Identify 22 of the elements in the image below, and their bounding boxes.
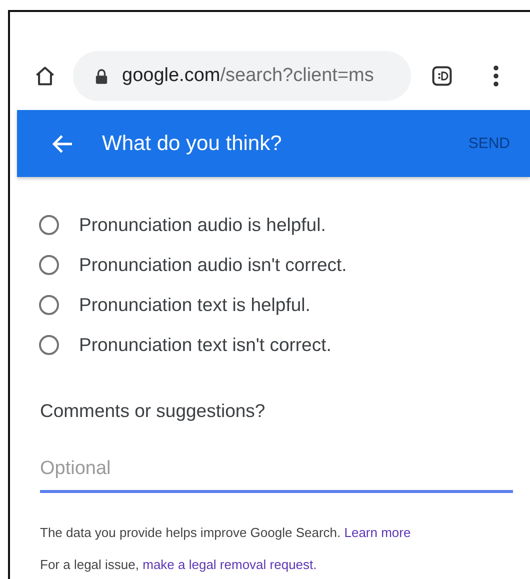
- comments-label: Comments or suggestions?: [40, 400, 266, 422]
- radio-button[interactable]: [39, 294, 59, 314]
- tabs-icon[interactable]: [431, 65, 453, 87]
- option-label: Pronunciation text isn't correct.: [79, 334, 332, 356]
- comment-field[interactable]: Optional: [40, 448, 513, 493]
- dialog-title: What do you think?: [102, 132, 283, 156]
- option-label: Pronunciation text is helpful.: [79, 294, 310, 316]
- lock-icon: [95, 68, 108, 84]
- link[interactable]: Learn more: [344, 525, 411, 540]
- home-icon[interactable]: [34, 65, 56, 87]
- radio-button[interactable]: [39, 334, 59, 354]
- radio-button[interactable]: [39, 214, 59, 234]
- option-label: Pronunciation audio isn't correct.: [79, 254, 347, 276]
- url-text: google.com/search?client=ms: [122, 65, 374, 87]
- radio-button[interactable]: [39, 254, 59, 274]
- notice-text: The data you provide helps improve Google Search. Learn more: [40, 525, 412, 540]
- menu-icon[interactable]: [493, 65, 499, 87]
- address-bar[interactable]: google.com/search?client=ms: [73, 51, 411, 101]
- link[interactable]: make a legal removal request.: [142, 557, 317, 572]
- notice-text: For a legal issue, make a legal removal request.: [40, 557, 318, 572]
- back-icon[interactable]: [52, 134, 74, 154]
- option-label: Pronunciation audio is helpful.: [79, 214, 326, 236]
